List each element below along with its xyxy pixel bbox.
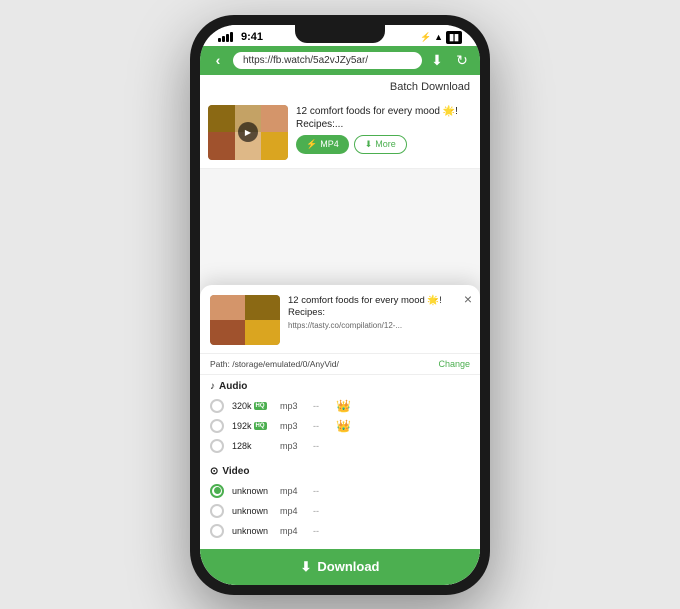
type-video-1: mp4 <box>280 486 305 496</box>
phone-frame: 9:41 ⚡ ▲ ▮▮ ‹ ⬇ ↻ Batch Download <box>190 15 490 595</box>
type-192k: mp3 <box>280 421 305 431</box>
sheet-title: 12 comfort foods for every mood 🌟! Recip… <box>288 295 470 320</box>
video-card: ▶ 12 comfort foods for every mood 🌟! Rec… <box>200 97 480 169</box>
close-button[interactable]: × <box>464 291 472 307</box>
crown-icon-192k: 👑 <box>336 419 351 433</box>
refresh-icon[interactable]: ↻ <box>452 52 472 69</box>
bottom-sheet: 12 comfort foods for every mood 🌟! Recip… <box>200 285 480 585</box>
video-label: Video <box>222 466 249 477</box>
thumb-cell-1 <box>208 105 235 133</box>
phone-screen: 9:41 ⚡ ▲ ▮▮ ‹ ⬇ ↻ Batch Download <box>200 25 480 585</box>
sheet-thumb-3 <box>210 320 245 345</box>
video-format-row-2[interactable]: unknown mp4 -- <box>210 501 470 521</box>
video-info: 12 comfort foods for every mood 🌟! Recip… <box>296 105 472 154</box>
hq-badge-192k: HQ <box>254 422 267 430</box>
audio-format-row-320k[interactable]: 320k HQ mp3 -- 👑 <box>210 396 470 416</box>
status-right: ⚡ ▲ ▮▮ <box>420 31 462 44</box>
sheet-thumbnail <box>210 295 280 345</box>
hq-badge-320k: HQ <box>254 402 267 410</box>
type-video-3: mp4 <box>280 526 305 536</box>
video-section-title: ⊙ Video <box>210 466 470 477</box>
notch <box>295 25 385 43</box>
path-text: Path: /storage/emulated/0/AnyVid/ <box>210 359 339 369</box>
download-arrow-icon: ⬇ <box>365 139 373 150</box>
thumb-cell-6 <box>261 132 288 160</box>
download-label: Download <box>317 559 379 574</box>
size-video-2: -- <box>313 506 328 516</box>
play-button-overlay[interactable]: ▶ <box>238 122 258 142</box>
quality-video-1: unknown <box>232 486 272 496</box>
sheet-info: 12 comfort foods for every mood 🌟! Recip… <box>280 295 470 331</box>
radio-128k[interactable] <box>210 439 224 453</box>
status-time: 9:41 <box>241 31 263 43</box>
quality-192k: 192k HQ <box>232 421 272 431</box>
sheet-url: https://tasty.co/compilation/12-... <box>288 321 470 330</box>
download-icon[interactable]: ⬇ <box>427 52 447 69</box>
change-button[interactable]: Change <box>438 359 470 369</box>
video-actions: ⚡ MP4 ⬇ More <box>296 135 472 154</box>
video-format-row-1[interactable]: unknown mp4 -- <box>210 481 470 501</box>
type-video-2: mp4 <box>280 506 305 516</box>
thumb-cell-3 <box>261 105 288 133</box>
sheet-thumb-4 <box>245 320 280 345</box>
size-video-3: -- <box>313 526 328 536</box>
download-icon-btn: ⬇ <box>300 559 311 575</box>
audio-format-row-128k[interactable]: 128k mp3 -- <box>210 436 470 456</box>
battery-icon: ▮▮ <box>446 31 462 44</box>
size-192k: -- <box>313 421 328 431</box>
url-bar: ‹ ⬇ ↻ <box>200 46 480 75</box>
sheet-header: 12 comfort foods for every mood 🌟! Recip… <box>200 285 480 354</box>
radio-video-3[interactable] <box>210 524 224 538</box>
type-128k: mp3 <box>280 441 305 451</box>
size-320k: -- <box>313 401 328 411</box>
size-video-1: -- <box>313 486 328 496</box>
status-left: 9:41 <box>218 31 263 43</box>
video-icon: ⊙ <box>210 466 218 477</box>
radio-video-2[interactable] <box>210 504 224 518</box>
video-section: ⊙ Video unknown mp4 -- unknown <box>200 460 480 545</box>
radio-320k[interactable] <box>210 399 224 413</box>
music-icon: ♪ <box>210 381 215 392</box>
more-button[interactable]: ⬇ More <box>354 135 407 154</box>
sheet-thumb-2 <box>245 295 280 320</box>
signal-bars <box>218 32 233 42</box>
video-title: 12 comfort foods for every mood 🌟! Recip… <box>296 105 472 131</box>
video-thumbnail: ▶ <box>208 105 288 160</box>
size-128k: -- <box>313 441 328 451</box>
browser-content: Batch Download ▶ 12 comfort foods for <box>200 75 480 585</box>
quality-video-2: unknown <box>232 506 272 516</box>
quality-320k: 320k HQ <box>232 401 272 411</box>
url-input[interactable] <box>233 52 422 69</box>
signal-icon: ▲ <box>434 32 443 42</box>
download-button[interactable]: ⬇ Download <box>200 549 480 585</box>
batch-download-label: Batch Download <box>200 75 480 97</box>
quality-128k: 128k <box>232 441 272 451</box>
mp4-label: MP4 <box>320 139 339 149</box>
radio-video-1[interactable] <box>210 484 224 498</box>
crown-icon-320k: 👑 <box>336 399 351 413</box>
more-label: More <box>375 139 396 149</box>
audio-section-title: ♪ Audio <box>210 381 470 392</box>
radio-192k[interactable] <box>210 419 224 433</box>
type-320k: mp3 <box>280 401 305 411</box>
mp4-button[interactable]: ⚡ MP4 <box>296 135 349 154</box>
audio-format-row-192k[interactable]: 192k HQ mp3 -- 👑 <box>210 416 470 436</box>
video-format-row-3[interactable]: unknown mp4 -- <box>210 521 470 541</box>
path-row: Path: /storage/emulated/0/AnyVid/ Change <box>200 354 480 375</box>
audio-label: Audio <box>219 381 247 392</box>
radio-inner-1 <box>214 487 221 494</box>
lightning-icon: ⚡ <box>306 139 317 150</box>
audio-section: ♪ Audio 320k HQ mp3 -- 👑 <box>200 375 480 460</box>
bluetooth-icon: ⚡ <box>420 32 431 43</box>
back-button[interactable]: ‹ <box>208 52 228 68</box>
sheet-thumb-1 <box>210 295 245 320</box>
quality-video-3: unknown <box>232 526 272 536</box>
thumb-cell-4 <box>208 132 235 160</box>
